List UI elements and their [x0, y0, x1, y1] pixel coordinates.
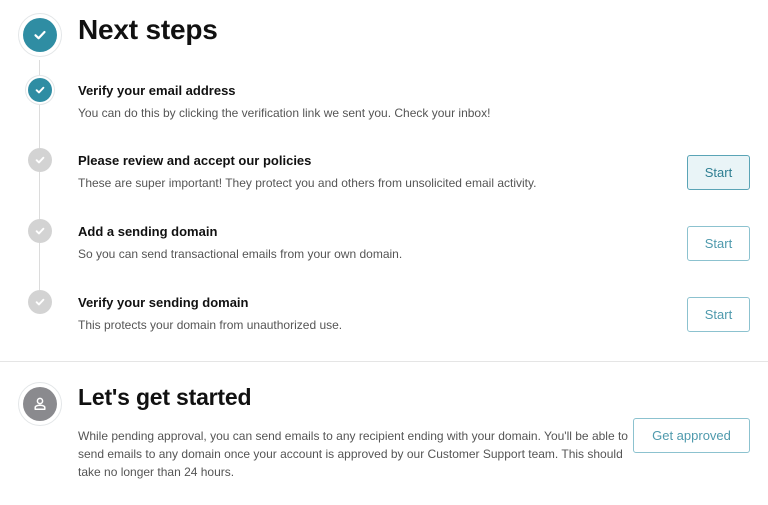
- user-icon: [23, 387, 57, 421]
- step-title: Verify your sending domain: [78, 295, 249, 310]
- check-icon: [35, 86, 45, 94]
- step-description: These are super important! They protect …: [78, 176, 537, 190]
- section-divider: [0, 361, 768, 362]
- start-add-domain-button[interactable]: Start: [687, 226, 750, 261]
- step-status-todo: [28, 290, 52, 314]
- get-started-badge: [18, 382, 62, 426]
- next-steps-badge: [18, 13, 62, 57]
- section-title: Let's get started: [78, 384, 252, 410]
- start-policies-button[interactable]: Start: [687, 155, 750, 190]
- step-status-done: [28, 78, 52, 102]
- start-verify-domain-button[interactable]: Start: [687, 297, 750, 332]
- step-status-todo: [28, 148, 52, 172]
- check-icon: [23, 18, 57, 52]
- step-description: This protects your domain from unauthori…: [78, 318, 343, 332]
- step-description: You can do this by clicking the verifica…: [78, 106, 491, 120]
- step-title: Verify your email address: [78, 83, 236, 98]
- check-icon: [35, 298, 45, 306]
- step-title: Add a sending domain: [78, 224, 218, 239]
- page-title: Next steps: [78, 14, 218, 45]
- check-icon: [35, 156, 45, 164]
- get-approved-button[interactable]: Get approved: [633, 418, 750, 453]
- check-icon: [35, 227, 45, 235]
- get-started-description: While pending approval, you can send ema…: [78, 429, 628, 479]
- step-title: Please review and accept our policies: [78, 153, 312, 168]
- step-description: So you can send transactional emails fro…: [78, 247, 403, 261]
- step-status-todo: [28, 219, 52, 243]
